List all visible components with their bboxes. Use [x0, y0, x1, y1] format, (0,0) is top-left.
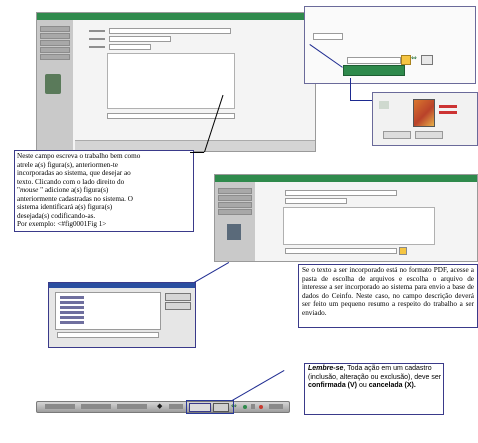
callout-line — [232, 370, 285, 401]
note-line: incorporadas ao sistema, que desejar ao — [17, 169, 131, 177]
file-item[interactable] — [60, 311, 84, 314]
reminder-note: Lembre-se, Toda ação em um cadastro (inc… — [308, 365, 442, 391]
folder-icon[interactable] — [401, 55, 411, 65]
filename-input[interactable] — [57, 332, 159, 338]
editor-screenshot — [36, 12, 316, 152]
toolbar-highlight — [186, 400, 234, 414]
pdf-note: Se o texto a ser incorporado está no for… — [302, 266, 474, 317]
app-title-bar — [37, 13, 315, 20]
note-line: desejada(s) codificando-as. — [17, 211, 96, 220]
title-input[interactable] — [285, 190, 397, 196]
sidebar-item[interactable] — [40, 47, 70, 53]
callout-line — [350, 78, 351, 100]
file-item[interactable] — [60, 316, 84, 319]
editor-detail-crop: ⇔ — [304, 6, 476, 84]
note-text: " adicione a(s) figura(s) — [38, 186, 109, 194]
detail-input[interactable] — [313, 33, 343, 40]
note-line: Neste campo escreva o trabalho bem como — [17, 152, 141, 160]
sidebar-item[interactable] — [40, 33, 70, 39]
note-line: Por exemplo: <#fig0001Fig 1> — [17, 220, 107, 228]
arrow-icon: ⇔ — [411, 54, 417, 62]
action-toolbar: ◆ ⇔ — [36, 401, 290, 413]
sidebar-item[interactable] — [40, 54, 70, 60]
figure-thumbnail[interactable] — [413, 99, 435, 127]
note-line: "mouse " adicione a(s) figura(s) — [17, 186, 191, 195]
figure-preview-crop — [372, 92, 478, 146]
file-item[interactable] — [60, 321, 84, 324]
sidebar-item[interactable] — [218, 202, 252, 208]
author-input[interactable] — [285, 198, 347, 204]
detail-select[interactable] — [347, 57, 401, 64]
file-item[interactable] — [60, 296, 84, 299]
sidebar — [37, 20, 73, 151]
sidebar-item[interactable] — [218, 209, 252, 215]
sidebar — [215, 182, 255, 261]
arrow-icon: ◆ — [157, 402, 163, 410]
dialog-title-bar — [49, 283, 195, 288]
sidebar-logo — [227, 224, 241, 240]
author-input[interactable] — [109, 36, 171, 42]
cancel-button[interactable] — [165, 302, 191, 310]
file-item[interactable] — [60, 306, 84, 309]
note-line: atrele a(s) figura(s), anteriormen-te — [17, 160, 118, 169]
file-dialog — [48, 282, 196, 348]
callout-line — [194, 262, 230, 283]
folder-icon[interactable] — [399, 247, 407, 255]
reminder-confirm: confirmada (V) — [308, 382, 358, 390]
note-line: anteriormente cadastradas no sistema. O — [17, 194, 133, 203]
sidebar-item[interactable] — [218, 195, 252, 201]
add-figure-button[interactable] — [343, 65, 405, 76]
file-input[interactable] — [285, 248, 397, 254]
pointer-line — [190, 152, 204, 153]
sidebar-item[interactable] — [218, 188, 252, 194]
sidebar-item[interactable] — [40, 40, 70, 46]
open-button[interactable] — [165, 293, 191, 301]
text-editor-area[interactable] — [283, 207, 435, 245]
title-input[interactable] — [109, 28, 231, 34]
note-line: sistema identificará a(s) figura(s) — [17, 203, 113, 211]
file-item[interactable] — [60, 301, 84, 304]
sidebar-logo — [45, 74, 61, 94]
reminder-lead: Lembre-se — [308, 365, 344, 372]
upload-screenshot — [214, 174, 478, 262]
reminder-cancel: cancelada (X). — [368, 382, 416, 390]
editor-note: Neste campo escreva o trabalho bem como … — [17, 152, 191, 229]
note-emphasis: mouse — [19, 186, 39, 194]
note-line: texto. Clicando com o lado direito do — [17, 177, 125, 186]
app-title-bar — [215, 175, 477, 182]
date-input[interactable] — [109, 44, 151, 50]
text-editor-area[interactable] — [107, 53, 235, 109]
cancel-icon[interactable] — [421, 55, 433, 65]
file-list[interactable] — [55, 292, 161, 330]
reminder-text: ou — [357, 382, 369, 390]
sidebar-item[interactable] — [40, 26, 70, 32]
callout-line — [350, 100, 372, 101]
